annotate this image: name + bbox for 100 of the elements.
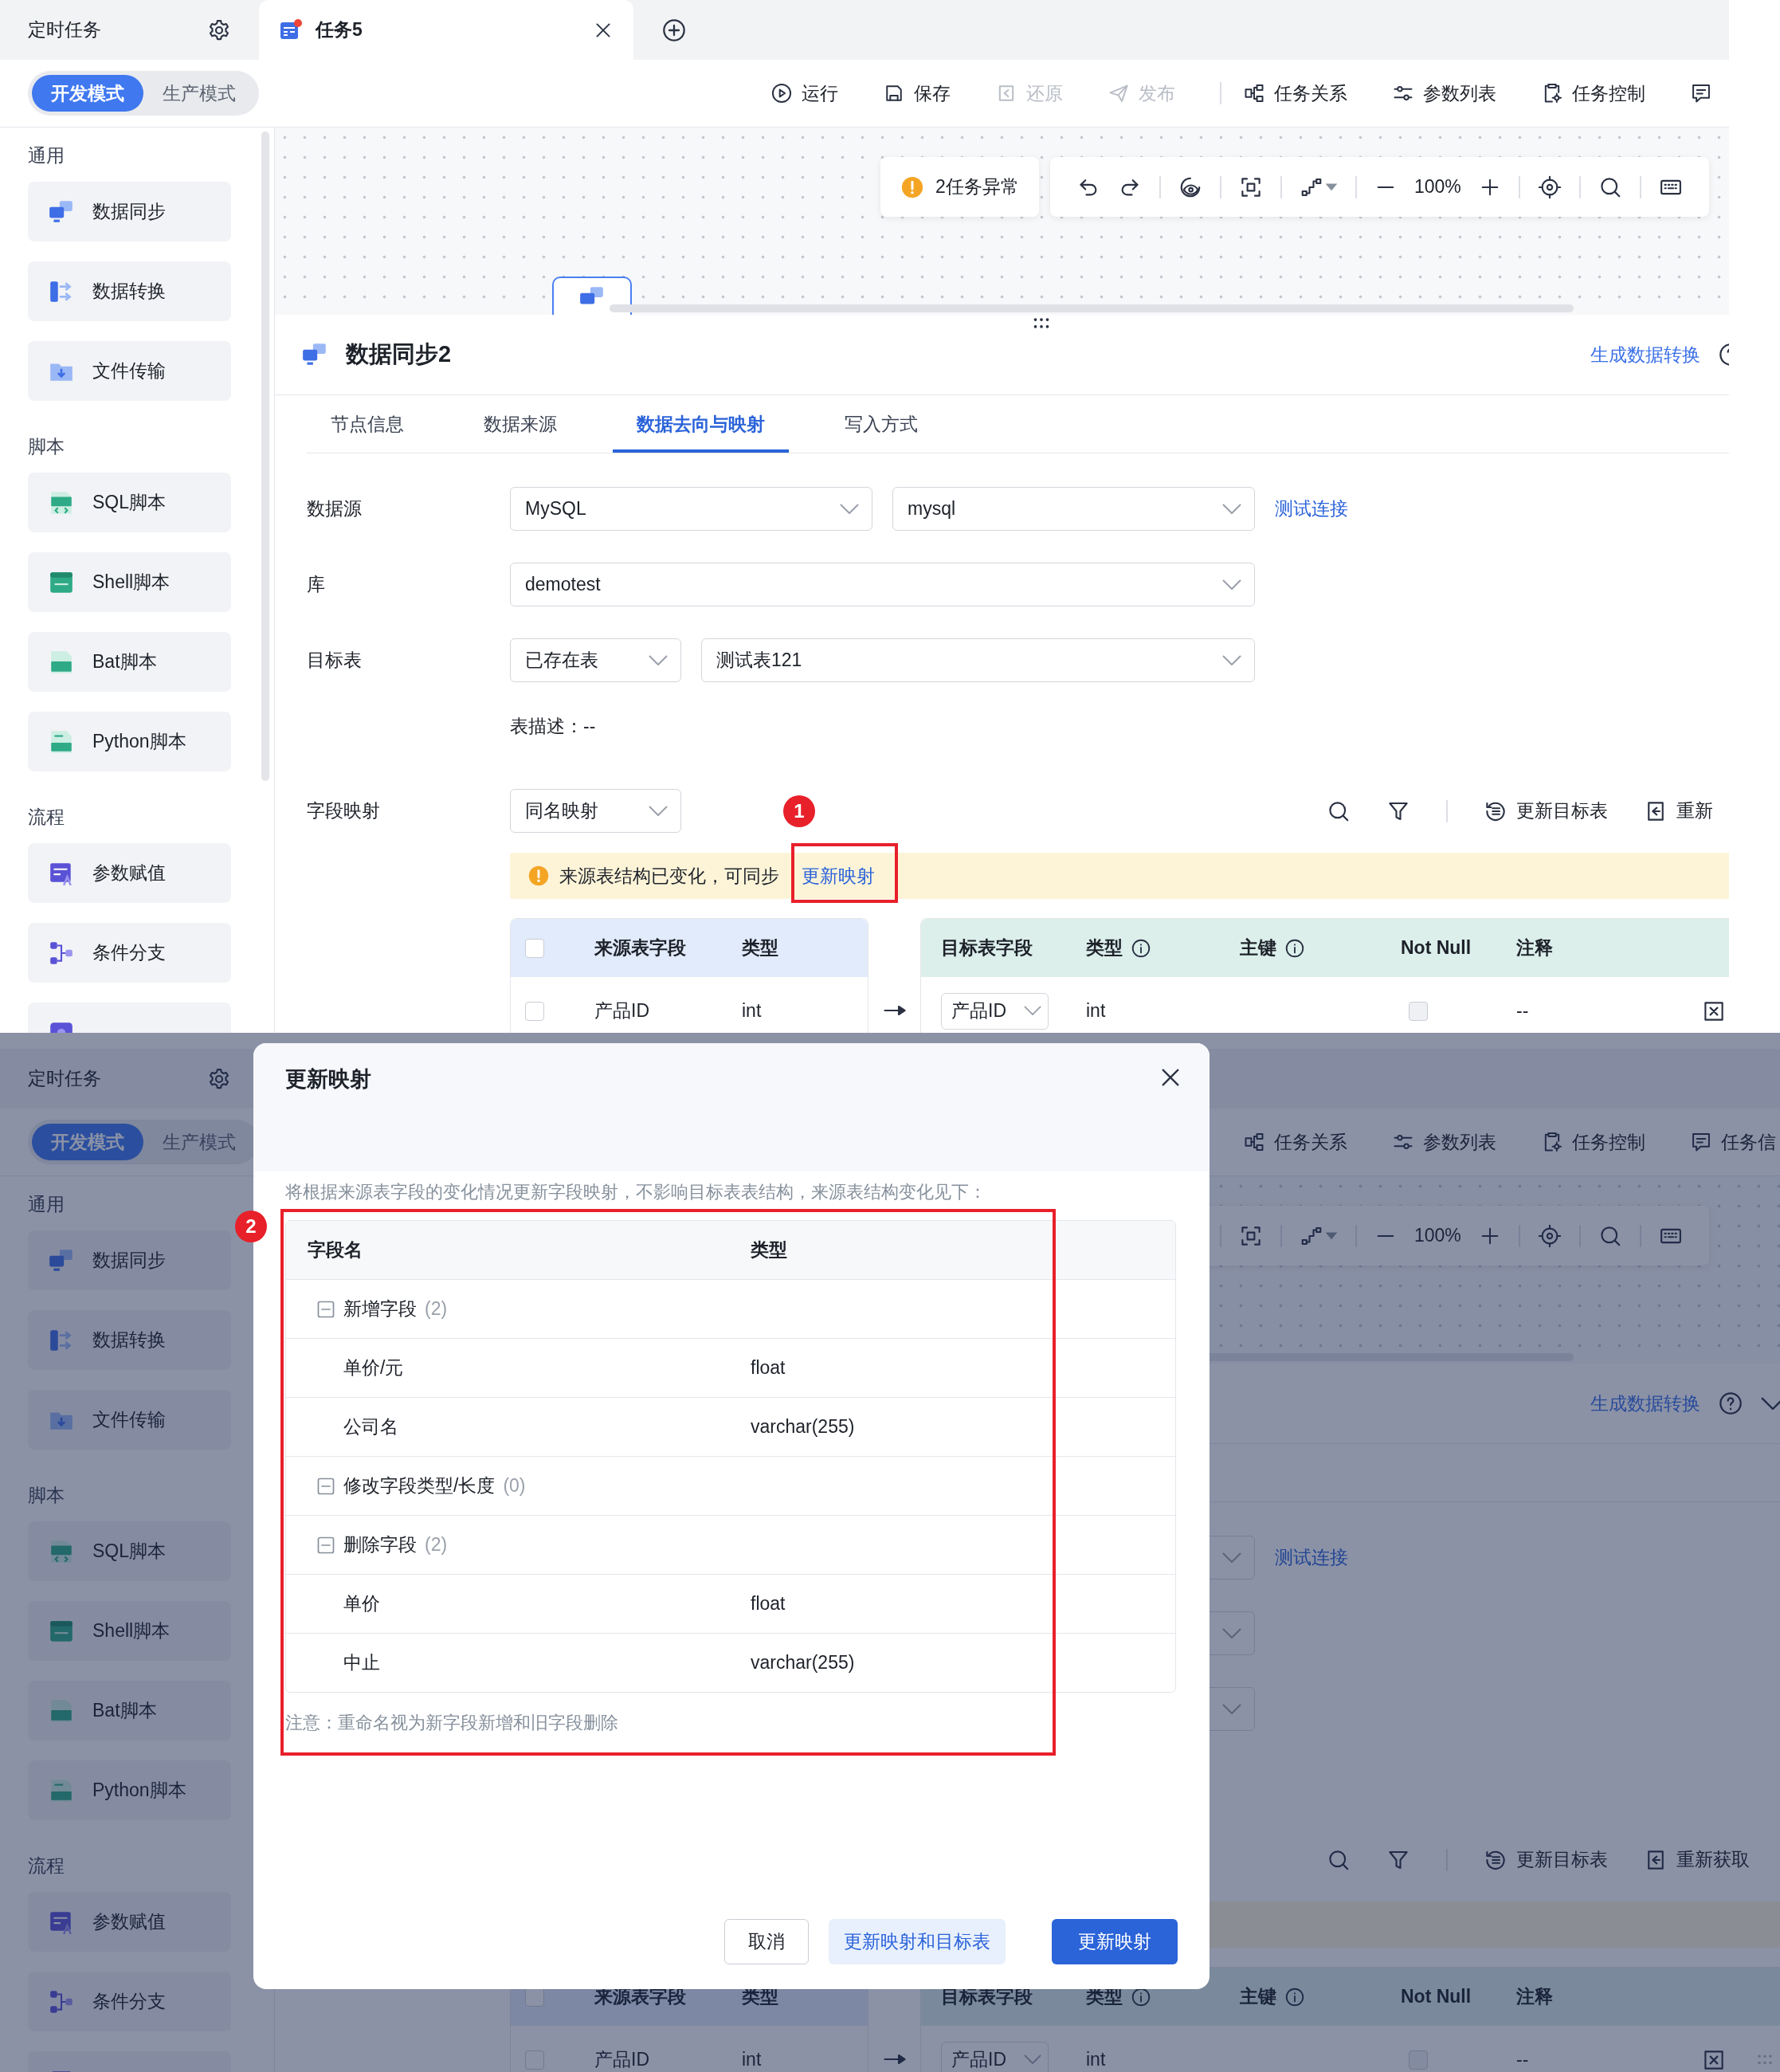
group-label: 修改字段类型/长度	[343, 1474, 496, 1497]
scrollbar[interactable]	[610, 304, 1574, 312]
column-header: 目标表字段	[941, 936, 1033, 959]
mapping-mode-select[interactable]: 同名映射	[510, 789, 681, 833]
column-header: 类型	[1086, 936, 1123, 959]
task-control-button[interactable]: 任务控制	[1541, 1129, 1645, 1155]
flow-node[interactable]	[552, 277, 632, 315]
node-type-card[interactable]: 文件传输	[28, 1390, 231, 1450]
table-cell-text: int	[1086, 2049, 1107, 2070]
note-text: 注意：重命名视为新字段新增和旧字段删除	[285, 1712, 619, 1734]
datasource-select[interactable]: mysql	[892, 487, 1255, 531]
task-control-button[interactable]: 任务控制	[1541, 80, 1645, 106]
zoom-level: 100%	[1414, 176, 1461, 198]
database-select[interactable]: demotest	[510, 563, 1255, 606]
target-field-select[interactable]: 产品ID	[941, 2041, 1049, 2072]
refetch-button[interactable]: 重新获取	[1644, 1847, 1750, 1872]
checkbox[interactable]	[1409, 1001, 1428, 1021]
table-cell-text: varchar(255)	[751, 1652, 856, 1674]
chevron-down-icon[interactable]	[1761, 1396, 1780, 1411]
checkbox[interactable]	[1409, 2050, 1428, 2070]
checkbox[interactable]	[525, 2050, 544, 2070]
mode-option[interactable]: 开发模式	[32, 75, 143, 112]
panel-tab[interactable]: 数据去向与映射	[613, 395, 789, 453]
task-relations-button[interactable]: 任务关系	[1243, 1129, 1347, 1155]
node-type-card[interactable]: Bat脚本	[28, 1681, 231, 1740]
warning-chip[interactable]: 2任务异常	[880, 157, 1039, 217]
update-mapping-and-table-button[interactable]: 更新映射和目标表	[829, 1919, 1006, 1964]
node-type-card[interactable]: Python脚本	[28, 712, 231, 771]
play-icon	[770, 82, 793, 104]
crosshair-icon[interactable]	[1537, 175, 1562, 199]
caret-icon	[1325, 1231, 1338, 1240]
node-type-card[interactable]: 参数赋值	[28, 843, 231, 903]
update-target-table-button[interactable]: 更新目标表	[1484, 1847, 1608, 1872]
collapse-icon[interactable]	[316, 1299, 335, 1319]
node-type-card[interactable]: Python脚本	[28, 1760, 231, 1820]
panel-tab[interactable]: 数据来源	[460, 395, 581, 453]
panel-tab[interactable]: 写入方式	[821, 395, 942, 453]
node-type-card[interactable]: Shell脚本	[28, 552, 231, 612]
table-mode-select[interactable]: 已存在表	[510, 638, 681, 682]
test-connection-link[interactable]: 测试连接	[1275, 1545, 1348, 1570]
collapse-icon[interactable]	[316, 1476, 335, 1496]
hierarchy-icon	[1243, 1131, 1265, 1153]
update-mapping-link[interactable]: 更新映射	[802, 863, 875, 889]
add-circle-icon[interactable]	[661, 17, 687, 43]
section-heading: 通用	[28, 144, 65, 167]
task-tab[interactable]: 任务5	[259, 0, 633, 60]
warning-icon	[900, 175, 924, 199]
parameter-list-button[interactable]: 参数列表	[1392, 80, 1496, 106]
test-connection-link[interactable]: 测试连接	[1275, 496, 1348, 521]
panel-tab[interactable]: 节点信息	[307, 395, 428, 453]
update-mapping-button[interactable]: 更新映射	[1052, 1919, 1178, 1964]
zoom-level: 100%	[1414, 1225, 1461, 1246]
column-header: Not Null	[1401, 937, 1472, 959]
collapse-icon[interactable]	[316, 1535, 335, 1555]
save-button[interactable]: 保存	[883, 80, 951, 106]
node-type-card[interactable]: SQL脚本	[28, 1521, 231, 1581]
target-field-select[interactable]: 产品ID	[941, 992, 1049, 1030]
checkbox[interactable]	[525, 938, 544, 958]
checkbox[interactable]	[525, 1001, 544, 1021]
node-type-card[interactable]: 数据转换	[28, 261, 231, 321]
run-button[interactable]: 运行	[770, 80, 838, 106]
table-cell-text: 产品ID	[594, 2048, 650, 2071]
task-relations-button[interactable]: 任务关系	[1243, 80, 1347, 106]
comment-icon[interactable]	[1690, 82, 1712, 104]
chevron-down-icon	[1222, 503, 1241, 515]
task-info-button[interactable]: 任务信	[1690, 1129, 1776, 1155]
node-type-card[interactable]: 条件分支	[28, 923, 231, 983]
node-type-card[interactable]: 数据同步	[28, 182, 231, 241]
table-cell-text: float	[751, 1357, 786, 1379]
node-type-card[interactable]: 文件传输	[28, 341, 231, 401]
target-table-select[interactable]: 测试表121	[701, 638, 1255, 682]
mode-option[interactable]: 生产模式	[143, 1124, 255, 1160]
chevron-down-icon	[1222, 654, 1241, 666]
pinned-tab[interactable]: 定时任务	[28, 1066, 101, 1091]
mode-option[interactable]: 生产模式	[143, 75, 255, 112]
node-type-card[interactable]: 参数赋值	[28, 1892, 231, 1952]
column-header: 类型	[742, 936, 779, 959]
node-type-card[interactable]: 数据同步	[28, 1230, 231, 1290]
refetch-button[interactable]: 重新	[1644, 799, 1713, 823]
column-header: 类型	[751, 1238, 788, 1262]
table-cell-text: --	[1516, 2049, 1530, 2070]
node-type-card[interactable]: 条件分支	[28, 1972, 231, 2031]
column-header: 注释	[1516, 1985, 1553, 2008]
info-icon	[1131, 937, 1151, 959]
chevron-down-icon	[1222, 579, 1241, 591]
node-type-card[interactable]: Bat脚本	[28, 632, 231, 692]
section-heading: 通用	[28, 1193, 65, 1216]
generate-transform-link[interactable]: 生成数据转换	[1590, 342, 1700, 367]
update-target-table-button[interactable]: 更新目标表	[1484, 799, 1608, 823]
scrollbar[interactable]	[261, 131, 269, 781]
field-label: 字段映射	[307, 800, 380, 821]
info-icon	[1284, 1986, 1305, 2007]
parameter-list-button[interactable]: 参数列表	[1392, 1129, 1496, 1155]
settings-icon[interactable]	[207, 18, 231, 42]
datasource-type-select[interactable]: MySQL	[510, 487, 872, 531]
node-type-card[interactable]: SQL脚本	[28, 473, 231, 532]
node-type-card[interactable]: Shell脚本	[28, 1601, 231, 1661]
cancel-button[interactable]: 取消	[724, 1919, 809, 1964]
pinned-tab[interactable]: 定时任务	[28, 18, 101, 42]
node-type-card[interactable]: 数据转换	[28, 1310, 231, 1370]
